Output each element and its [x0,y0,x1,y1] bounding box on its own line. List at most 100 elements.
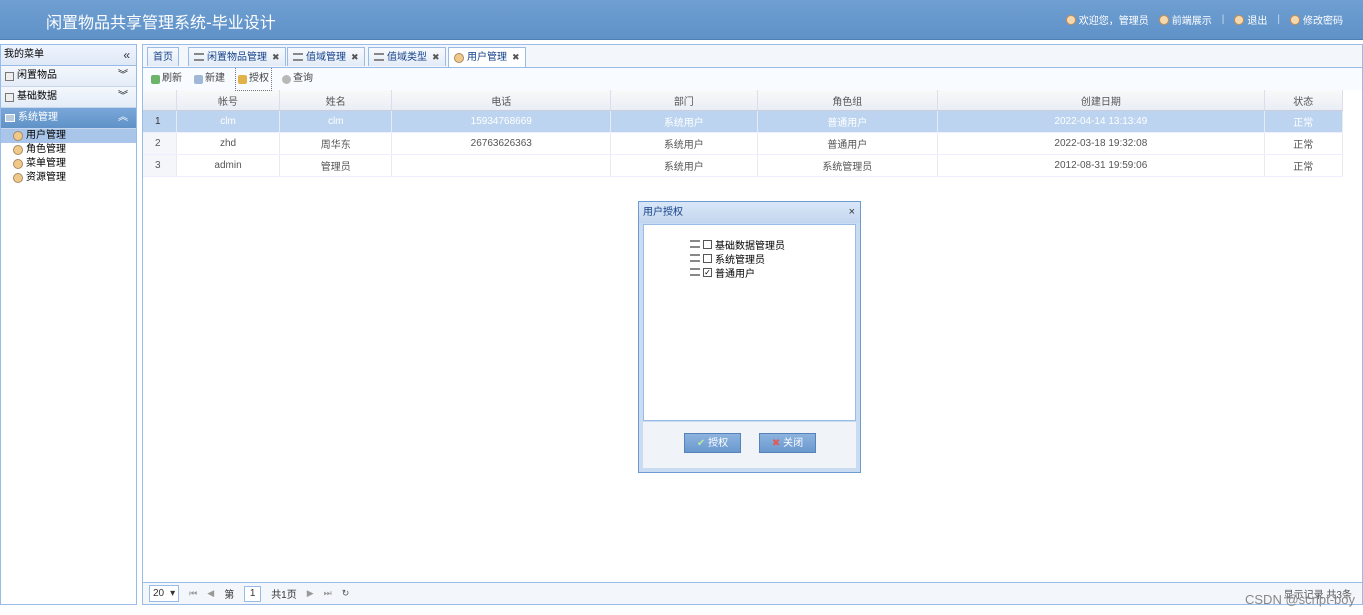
cell-account: admin [176,154,281,177]
button-label: 授权 [708,438,729,449]
cell-dept: 系统用户 [610,110,758,133]
role-item[interactable]: 基础数据管理员 [690,237,785,252]
cell-name: clm [279,110,393,133]
database-icon [5,92,14,102]
prev-page-icon[interactable]: ◀ [207,588,214,599]
col-header[interactable]: 角色组 [757,90,939,111]
collapse-icon[interactable]: « [123,45,130,65]
col-header[interactable]: 状态 [1264,90,1344,111]
list-icon [194,53,204,61]
tab-bar: 首页 闲置物品管理 ✖ 值域管理 ✖ 值域类型 ✖ 用户管理 ✖ [143,45,1362,68]
search-icon [282,74,291,84]
list-icon [374,53,384,61]
authorize-button[interactable]: 授权 [235,67,272,91]
tab-home[interactable]: 首页 [147,47,179,66]
welcome-link[interactable]: 欢迎您，管理员 [1065,12,1149,27]
row-number: 2 [143,132,177,155]
role-checkbox[interactable] [703,253,712,263]
list-icon [690,240,700,248]
sidebar-section-items[interactable]: 闲置物品 ︾ [1,66,136,87]
col-header[interactable]: 帐号 [176,90,281,111]
item-label: 角色管理 [26,144,66,155]
cell-phone: 26763626363 [391,132,612,155]
logout-link[interactable]: 退出 [1234,12,1267,27]
close-icon[interactable]: ✖ [512,48,520,67]
button-label: 新建 [205,73,225,84]
close-icon[interactable]: ✖ [351,48,359,67]
col-header[interactable]: 姓名 [279,90,393,111]
role-item[interactable]: 系统管理员 [690,251,765,266]
item-label: 资源管理 [26,172,66,183]
tab-users[interactable]: 用户管理 ✖ [448,47,526,67]
refresh-button[interactable]: 刷新 [149,68,184,90]
dialog-footer: ✔ 授权 ✖ 关闭 [643,422,856,468]
col-header[interactable]: 创建日期 [937,90,1265,111]
cell-account: clm [176,110,281,133]
button-label: 关闭 [783,438,804,449]
sidebar-section-system[interactable]: 系统管理 ︽ [1,108,136,129]
tab-items[interactable]: 闲置物品管理 ✖ [188,47,286,66]
cell-role: 普通用户 [757,110,939,133]
col-header[interactable]: 电话 [391,90,612,111]
page-size-select[interactable]: 20 ▾ [149,585,180,602]
sidebar-item-roles[interactable]: 角色管理 [1,143,136,157]
close-icon[interactable]: × [849,202,855,223]
sidebar: 我的菜单 « 闲置物品 ︾ 基础数据 ︾ 系统管理 ︽ 用户管理 角色管理 菜单… [0,44,137,605]
list-icon [690,268,700,276]
tab-label: 用户管理 [467,52,507,63]
chevron-up-icon: ︽ [118,112,128,123]
tab-domain-type[interactable]: 值域类型 ✖ [368,47,446,66]
new-button[interactable]: 新建 [192,68,227,90]
authorize-ok-button[interactable]: ✔ 授权 [684,433,741,453]
toolbar: 刷新 新建 授权 查询 [143,67,1362,91]
change-password-link[interactable]: 修改密码 [1290,12,1343,27]
front-link[interactable]: 前端展示 [1158,12,1212,27]
first-page-icon[interactable]: ⏮ [189,588,197,599]
close-icon[interactable]: ✖ [432,48,440,67]
monitor-icon [5,114,15,122]
sidebar-item-resources[interactable]: 资源管理 [1,171,136,185]
col-header[interactable]: 部门 [610,90,758,111]
table-row[interactable]: 2 zhd 周华东 26763626363 系统用户 普通用户 2022-03-… [143,132,1344,155]
user-icon [1158,14,1169,25]
user-icon [454,52,464,63]
query-button[interactable]: 查询 [280,68,315,90]
sidebar-section-basic[interactable]: 基础数据 ︾ [1,87,136,108]
sidebar-item-menus[interactable]: 菜单管理 [1,157,136,171]
table-row[interactable]: 3 admin 管理员 系统用户 系统管理员 2012-08-31 19:59:… [143,154,1344,177]
cell-phone: 15934768669 [391,110,612,133]
sidebar-title: 我的菜单 [4,49,44,60]
cell-dept: 系统用户 [610,154,758,177]
cell-status: 正常 [1264,132,1344,155]
cell-phone [391,154,612,177]
page-size-value: 20 [153,588,165,599]
user-table: 帐号 姓名 电话 部门 角色组 创建日期 状态 1 clm clm 159347… [143,90,1344,177]
top-header: 闲置物品共享管理系统-毕业设计 欢迎您，管理员 前端展示 | 退出 | 修改密码 [0,0,1363,40]
item-label: 菜单管理 [26,158,66,169]
role-checkbox-checked[interactable]: ✓ [703,267,712,277]
reload-icon[interactable]: ↻ [342,588,350,599]
user-icon [13,131,23,141]
role-item[interactable]: ✓ 普通用户 [690,265,755,280]
refresh-icon [151,74,160,84]
cancel-icon: ✖ [771,438,781,449]
table-row[interactable]: 1 clm clm 15934768669 系统用户 普通用户 2022-04-… [143,110,1344,133]
cell-created: 2012-08-31 19:59:06 [937,154,1265,177]
next-page-icon[interactable]: ▶ [307,588,314,599]
role-label: 系统管理员 [715,254,765,266]
item-label: 用户管理 [26,130,66,141]
sidebar-item-users[interactable]: 用户管理 [1,129,136,143]
tab-label: 闲置物品管理 [207,51,267,63]
row-number: 3 [143,154,177,177]
dialog-close-button[interactable]: ✖ 关闭 [759,433,816,453]
role-label: 基础数据管理员 [715,240,785,252]
last-page-icon[interactable]: ⏭ [324,588,332,599]
button-label: 查询 [293,73,313,84]
list-icon [5,71,14,81]
page-input[interactable]: 1 [244,585,262,602]
close-icon[interactable]: ✖ [272,48,280,67]
cell-role: 普通用户 [757,132,939,155]
section-label: 闲置物品 [17,70,57,81]
role-checkbox[interactable] [703,239,712,249]
tab-domain[interactable]: 值域管理 ✖ [287,47,365,66]
